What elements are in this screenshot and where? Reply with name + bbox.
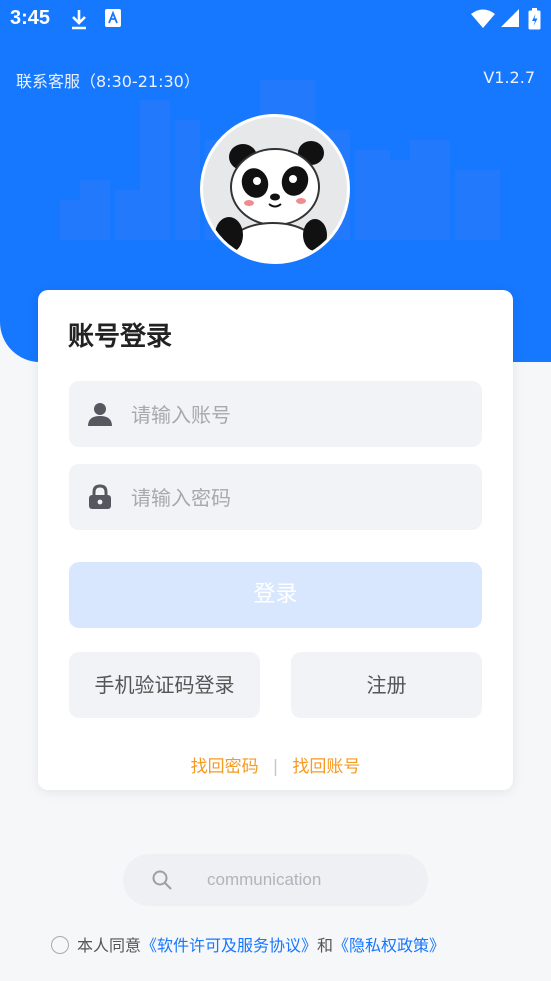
login-button[interactable]: 登录 [69,562,482,628]
agreement-checkbox[interactable] [51,936,69,954]
recovery-links: 找回密码 | 找回账号 [38,752,513,777]
search-bar[interactable]: communication [123,854,428,906]
privacy-policy-link[interactable]: 《隐私权政策》 [333,936,445,955]
account-input[interactable] [129,381,473,449]
account-field[interactable] [69,381,482,449]
find-account-link[interactable]: 找回账号 [292,757,360,777]
password-field[interactable] [69,464,482,532]
agreement-and: 和 [317,936,334,955]
login-title: 账号登录 [68,322,173,352]
battery-icon [528,8,541,30]
lock-icon [89,484,111,509]
agreement-row: 本人同意《软件许可及服务协议》和《隐私权政策》 [51,932,445,956]
login-card: 账号登录 登录 手机验证码登录 注册 找回密码 | 找回账号 [38,290,513,790]
app-version: V1.2.7 [483,68,535,87]
search-text: communication [207,870,322,889]
panda-avatar [200,114,350,264]
password-input[interactable] [129,464,473,532]
download-icon [72,10,86,30]
status-bar: 3:45 [0,0,551,38]
status-time: 3:45 [10,7,51,29]
agreement-prefix: 本人同意 [77,936,142,955]
link-separator: | [272,757,279,777]
app-store-icon [105,9,121,27]
signal-icon [501,9,519,27]
license-agreement-link[interactable]: 《软件许可及服务协议》 [141,936,317,955]
register-button[interactable]: 注册 [291,652,482,718]
user-icon [88,403,112,426]
find-password-link[interactable]: 找回密码 [191,757,259,777]
search-icon [152,870,172,890]
sms-login-button[interactable]: 手机验证码登录 [69,652,260,718]
wifi-icon [471,9,495,28]
customer-service-link[interactable]: 联系客服（8:30-21:30） [16,68,200,92]
